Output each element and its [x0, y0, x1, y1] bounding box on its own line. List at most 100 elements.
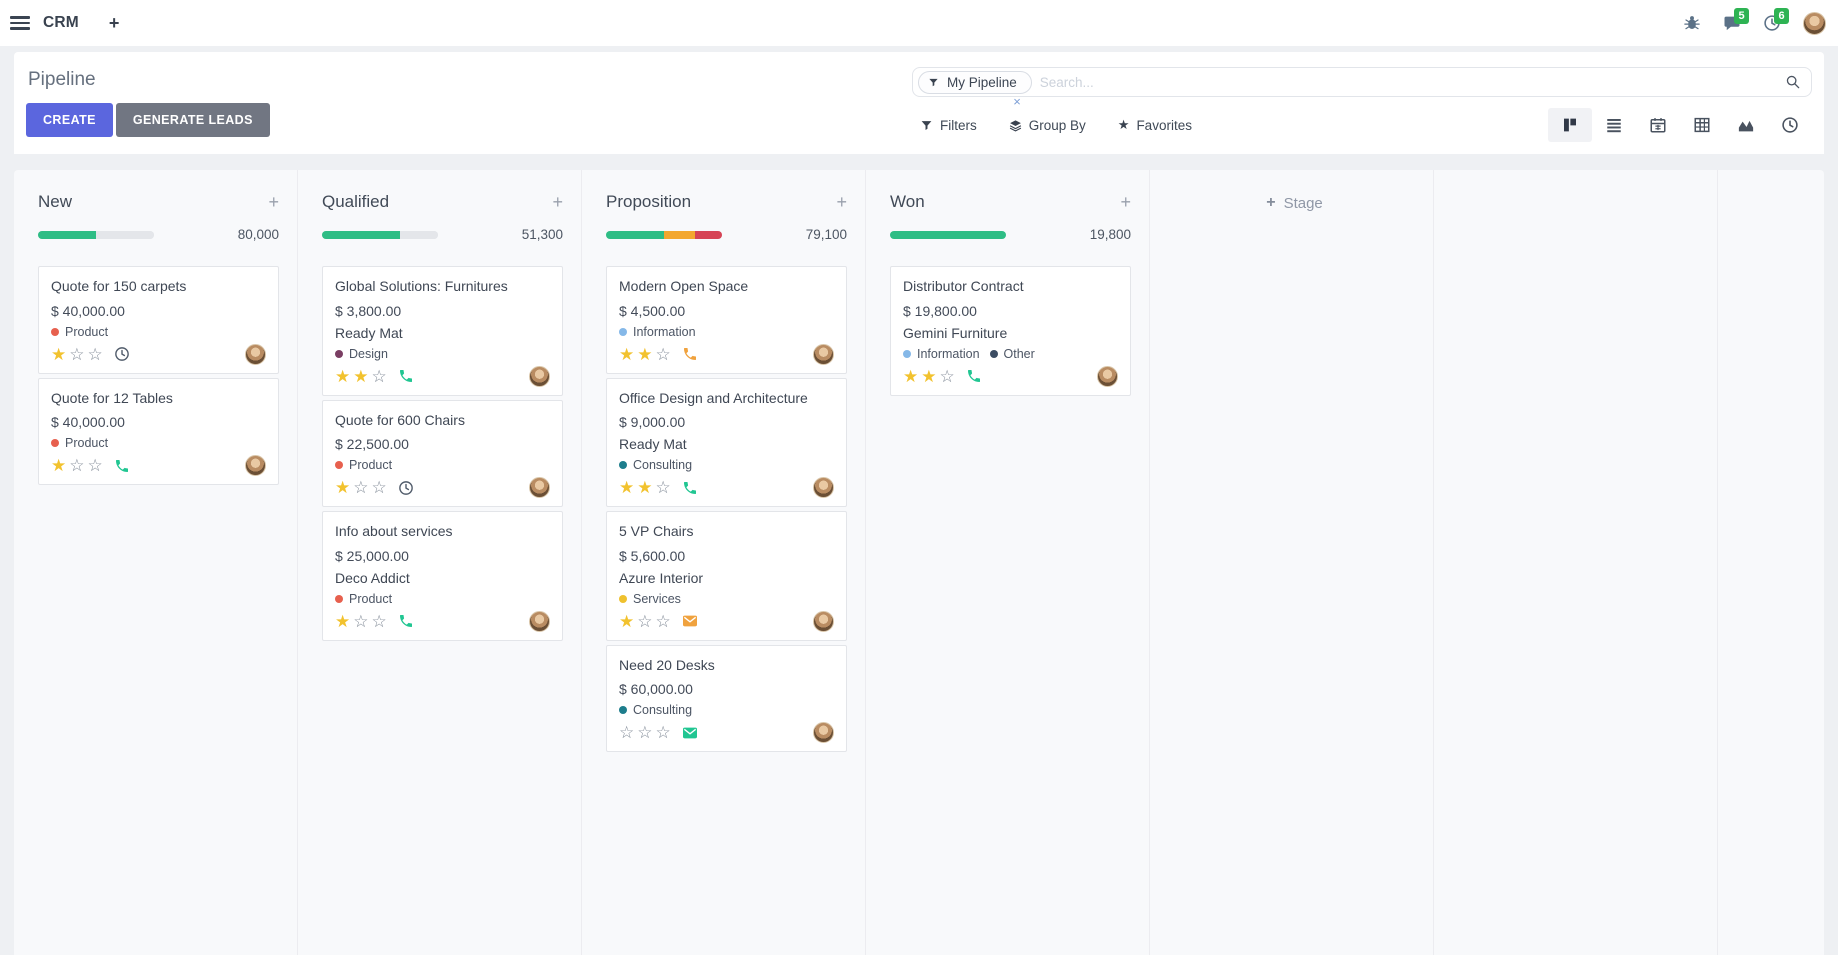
clock-icon[interactable] — [398, 480, 414, 496]
phone-icon[interactable] — [398, 613, 414, 629]
star-icon[interactable]: ☆ — [372, 368, 387, 385]
avatar[interactable] — [1097, 366, 1118, 387]
star-icon[interactable]: ★ — [335, 479, 350, 496]
star-rating[interactable]: ★☆☆ — [619, 613, 671, 630]
phone-icon[interactable] — [114, 458, 130, 474]
star-icon[interactable]: ★ — [51, 346, 66, 363]
filters-dropdown[interactable]: Filters — [920, 118, 977, 133]
star-icon[interactable]: ★ — [335, 613, 350, 630]
phone-icon[interactable] — [682, 480, 698, 496]
kanban-card[interactable]: Global Solutions: Furnitures $ 3,800.00 … — [322, 266, 563, 396]
quick-create-icon[interactable]: + — [836, 193, 847, 211]
star-icon[interactable]: ★ — [353, 368, 368, 385]
search-bar[interactable]: My Pipeline × — [912, 67, 1812, 97]
star-icon[interactable]: ☆ — [69, 346, 84, 363]
star-icon[interactable]: ★ — [619, 479, 634, 496]
avatar[interactable] — [813, 344, 834, 365]
star-icon[interactable]: ☆ — [940, 368, 955, 385]
star-rating[interactable]: ★★☆ — [619, 479, 671, 496]
star-icon[interactable]: ★ — [619, 346, 634, 363]
kanban-card[interactable]: Info about services $ 25,000.00 Deco Add… — [322, 511, 563, 641]
quick-create-icon[interactable]: + — [1120, 193, 1131, 211]
list-view-button[interactable] — [1592, 108, 1636, 142]
add-stage-button[interactable]: +Stage — [1266, 194, 1323, 212]
clock-icon[interactable] — [114, 346, 130, 362]
progress-segment[interactable] — [38, 231, 96, 239]
star-icon[interactable]: ☆ — [656, 479, 671, 496]
star-rating[interactable]: ★★☆ — [335, 368, 387, 385]
progress-segment[interactable] — [664, 231, 695, 239]
column-progressbar[interactable] — [606, 231, 722, 239]
star-rating[interactable]: ★☆☆ — [335, 613, 387, 630]
search-input[interactable] — [1040, 75, 1785, 90]
phone-icon[interactable] — [398, 368, 414, 384]
plus-icon[interactable]: + — [109, 14, 120, 32]
phone-icon[interactable] — [966, 368, 982, 384]
avatar[interactable] — [813, 477, 834, 498]
star-icon[interactable]: ☆ — [619, 724, 634, 741]
star-rating[interactable]: ★★☆ — [619, 346, 671, 363]
avatar[interactable] — [529, 477, 550, 498]
kanban-card[interactable]: Distributor Contract $ 19,800.00 Gemini … — [890, 266, 1131, 396]
star-icon[interactable]: ☆ — [353, 613, 368, 630]
star-icon[interactable]: ★ — [637, 346, 652, 363]
avatar[interactable] — [245, 455, 266, 476]
star-icon[interactable]: ☆ — [88, 346, 103, 363]
group-by-dropdown[interactable]: Group By — [1009, 118, 1086, 133]
star-rating[interactable]: ★★☆ — [903, 368, 955, 385]
kanban-card[interactable]: Quote for 600 Chairs $ 22,500.00 Product… — [322, 400, 563, 508]
avatar[interactable] — [813, 722, 834, 743]
mail-icon[interactable] — [682, 613, 698, 629]
progress-segment[interactable] — [322, 231, 400, 239]
graph-view-button[interactable] — [1724, 108, 1768, 142]
create-button[interactable]: CREATE — [26, 103, 113, 137]
debug-bug-icon[interactable] — [1683, 14, 1701, 32]
progress-segment[interactable] — [890, 231, 1006, 239]
app-name-menu[interactable]: CRM — [43, 14, 79, 32]
star-icon[interactable]: ☆ — [372, 613, 387, 630]
activities-clock-icon[interactable]: 6 — [1763, 14, 1781, 32]
star-icon[interactable]: ☆ — [656, 724, 671, 741]
kanban-card[interactable]: Quote for 150 carpets $ 40,000.00 Produc… — [38, 266, 279, 374]
kanban-card[interactable]: 5 VP Chairs $ 5,600.00 Azure Interior Se… — [606, 511, 847, 641]
quick-create-icon[interactable]: + — [268, 193, 279, 211]
column-progressbar[interactable] — [322, 231, 438, 239]
kanban-card[interactable]: Quote for 12 Tables $ 40,000.00 Product … — [38, 378, 279, 486]
activity-view-button[interactable] — [1768, 108, 1812, 142]
star-icon[interactable]: ☆ — [656, 613, 671, 630]
progress-segment[interactable] — [695, 231, 722, 239]
favorites-dropdown[interactable]: ★Favorites — [1118, 117, 1192, 133]
progress-segment[interactable] — [400, 231, 438, 239]
star-icon[interactable]: ★ — [637, 479, 652, 496]
star-icon[interactable]: ★ — [619, 613, 634, 630]
star-icon[interactable]: ☆ — [372, 479, 387, 496]
star-rating[interactable]: ★☆☆ — [51, 457, 103, 474]
star-rating[interactable]: ☆☆☆ — [619, 724, 671, 741]
avatar[interactable] — [529, 366, 550, 387]
pivot-view-button[interactable] — [1680, 108, 1724, 142]
star-icon[interactable]: ☆ — [69, 457, 84, 474]
avatar[interactable] — [813, 611, 834, 632]
star-icon[interactable]: ☆ — [637, 613, 652, 630]
progress-segment[interactable] — [606, 231, 664, 239]
quick-create-icon[interactable]: + — [552, 193, 563, 211]
search-facet-my-pipeline[interactable]: My Pipeline × — [918, 71, 1032, 94]
kanban-view-button[interactable] — [1548, 108, 1592, 142]
phone-icon[interactable] — [682, 346, 698, 362]
star-icon[interactable]: ☆ — [353, 479, 368, 496]
apps-menu-icon[interactable] — [10, 16, 30, 30]
star-icon[interactable]: ☆ — [656, 346, 671, 363]
progress-segment[interactable] — [96, 231, 154, 239]
kanban-card[interactable]: Need 20 Desks $ 60,000.00 Consulting ☆☆☆ — [606, 645, 847, 753]
avatar[interactable] — [245, 344, 266, 365]
kanban-card[interactable]: Office Design and Architecture $ 9,000.0… — [606, 378, 847, 508]
search-icon[interactable] — [1785, 74, 1801, 90]
star-icon[interactable]: ★ — [51, 457, 66, 474]
star-icon[interactable]: ★ — [903, 368, 918, 385]
column-progressbar[interactable] — [38, 231, 154, 239]
mail-icon[interactable] — [682, 725, 698, 741]
star-icon[interactable]: ☆ — [88, 457, 103, 474]
star-rating[interactable]: ★☆☆ — [335, 479, 387, 496]
generate-leads-button[interactable]: GENERATE LEADS — [116, 103, 270, 137]
user-avatar[interactable] — [1803, 12, 1826, 35]
